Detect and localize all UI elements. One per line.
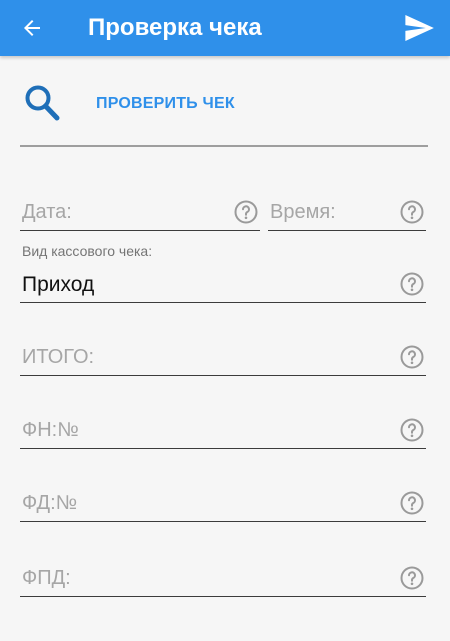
check-receipt-row[interactable]: ПРОВЕРИТЬ ЧЕК bbox=[20, 82, 430, 126]
page-title: Проверка чека bbox=[88, 14, 262, 41]
receipt-type-value: Приход bbox=[22, 273, 95, 296]
fpd-label: ФПД: bbox=[22, 567, 71, 589]
total-label: ИТОГО: bbox=[22, 346, 95, 368]
check-receipt-button[interactable]: ПРОВЕРИТЬ ЧЕК bbox=[96, 95, 235, 113]
arrow-left-icon bbox=[24, 20, 40, 36]
back-button[interactable] bbox=[14, 10, 50, 46]
receipt-type-caption: Вид кассового чека: bbox=[22, 243, 153, 259]
help-circle-icon[interactable] bbox=[400, 272, 424, 296]
date-label: Дата: bbox=[22, 201, 72, 223]
app-bar: Проверка чека bbox=[0, 0, 450, 56]
time-field[interactable]: Время: bbox=[268, 186, 426, 231]
fn-label: ФН:№ bbox=[22, 419, 79, 441]
search-icon[interactable] bbox=[24, 84, 60, 122]
help-circle-icon[interactable] bbox=[400, 566, 424, 590]
help-circle-icon[interactable] bbox=[400, 491, 424, 515]
date-field[interactable]: Дата: bbox=[20, 186, 260, 231]
time-label: Время: bbox=[270, 201, 336, 223]
send-icon bbox=[405, 15, 434, 41]
receipt-type-select[interactable]: Приход bbox=[20, 258, 426, 303]
fpd-field[interactable]: ФПД: bbox=[20, 552, 426, 597]
fd-field[interactable]: ФД:№ bbox=[20, 477, 426, 522]
help-circle-icon[interactable] bbox=[234, 200, 258, 224]
help-circle-icon[interactable] bbox=[400, 418, 424, 442]
total-field[interactable]: ИТОГО: bbox=[20, 331, 426, 376]
help-circle-icon[interactable] bbox=[400, 345, 424, 369]
fn-field[interactable]: ФН:№ bbox=[20, 404, 426, 449]
divider bbox=[20, 145, 428, 147]
help-circle-icon[interactable] bbox=[400, 200, 424, 224]
send-button[interactable] bbox=[398, 8, 440, 48]
fd-label: ФД:№ bbox=[22, 492, 78, 514]
